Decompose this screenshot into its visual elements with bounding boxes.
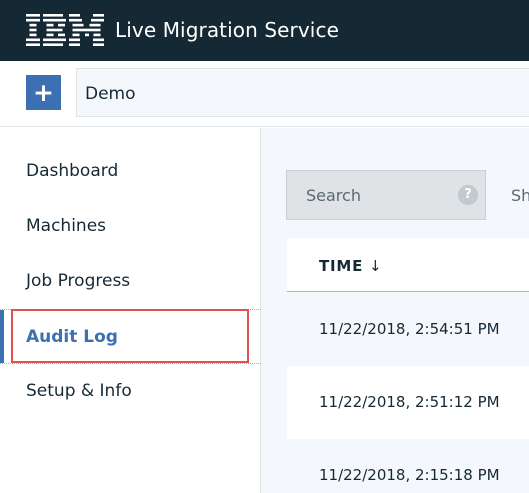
help-icon[interactable]: ? bbox=[458, 185, 478, 205]
time-cell: 11/22/2018, 2:15:18 PM bbox=[319, 466, 500, 484]
search-input[interactable]: Search ? bbox=[286, 170, 486, 220]
workspace-selector-value: Demo bbox=[85, 84, 136, 104]
add-button[interactable]: + bbox=[26, 75, 61, 110]
time-cell: 11/22/2018, 2:54:51 PM bbox=[319, 320, 500, 338]
table-row[interactable]: 11/22/2018, 2:15:18 PM bbox=[287, 439, 529, 493]
show-label: Sh bbox=[511, 186, 529, 205]
sidebar-item-label: Machines bbox=[26, 216, 107, 236]
highlight-annotation bbox=[11, 309, 249, 363]
search-placeholder: Search bbox=[306, 186, 361, 205]
sidebar-item-label: Job Progress bbox=[26, 271, 131, 291]
sidebar-item-label: Setup & Info bbox=[26, 381, 132, 401]
audit-log-table: TIME ↓ 11/22/2018, 2:54:51 PM 11/22/2018… bbox=[287, 238, 529, 493]
sidebar-item-label: Dashboard bbox=[26, 161, 119, 181]
top-header: Live Migration Service bbox=[0, 0, 529, 61]
sidebar-item-dashboard[interactable]: Dashboard bbox=[0, 144, 261, 199]
sort-descending-icon[interactable]: ↓ bbox=[369, 256, 382, 276]
table-header: TIME ↓ bbox=[287, 238, 529, 292]
app-title: Live Migration Service bbox=[115, 18, 339, 42]
ibm-logo[interactable] bbox=[26, 14, 104, 46]
table-row[interactable]: 11/22/2018, 2:51:12 PM bbox=[287, 366, 529, 439]
main-content: Search ? Sh TIME ↓ 11/22/2018, 2:54:51 P… bbox=[261, 128, 529, 493]
sidebar-item-machines[interactable]: Machines bbox=[0, 199, 261, 254]
column-header-time[interactable]: TIME bbox=[319, 256, 363, 276]
active-indicator bbox=[0, 310, 4, 363]
sidebar-item-setup-info[interactable]: Setup & Info bbox=[0, 364, 261, 419]
time-cell: 11/22/2018, 2:51:12 PM bbox=[319, 393, 500, 411]
sidebar-item-job-progress[interactable]: Job Progress bbox=[0, 254, 261, 309]
table-row[interactable]: 11/22/2018, 2:54:51 PM bbox=[287, 293, 529, 366]
workspace-selector[interactable]: Demo bbox=[76, 68, 529, 117]
